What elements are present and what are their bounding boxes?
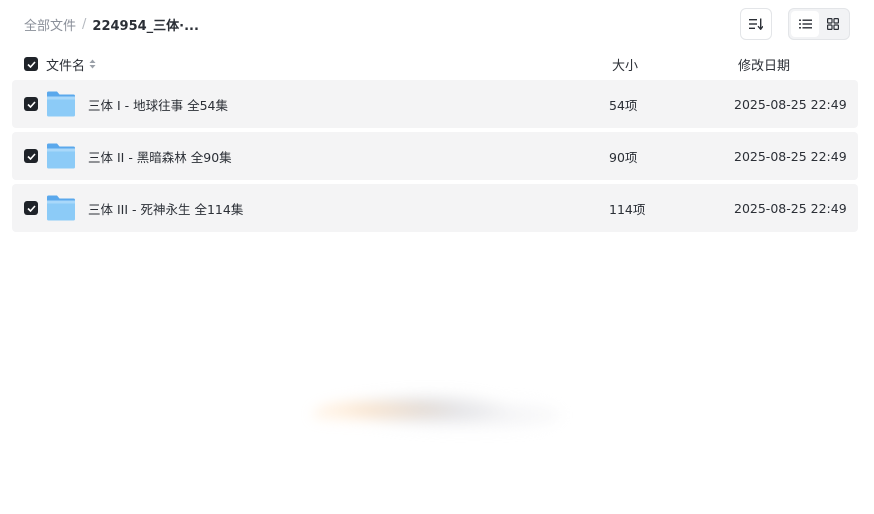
file-list: 三体 I - 地球往事 全54集 54项 2025-08-25 22:49 三体… xyxy=(12,80,858,236)
file-date: 2025-08-25 22:49 xyxy=(734,148,847,164)
column-name-label: 文件名 xyxy=(46,58,86,74)
grid-view-button[interactable] xyxy=(819,11,847,37)
check-icon xyxy=(26,100,36,108)
file-name[interactable]: 三体 II - 黑暗森林 全90集 xyxy=(88,147,232,166)
column-date-header[interactable]: 修改日期 xyxy=(738,55,790,74)
toolbar xyxy=(740,8,850,40)
list-view-button[interactable] xyxy=(791,11,819,37)
check-icon xyxy=(26,60,36,68)
file-date: 2025-08-25 22:49 xyxy=(734,96,847,112)
file-size: 54项 xyxy=(609,97,638,113)
loading-glow xyxy=(312,392,562,438)
check-icon xyxy=(26,204,36,212)
grid-view-icon xyxy=(827,18,839,30)
file-row[interactable]: 三体 I - 地球往事 全54集 54项 2025-08-25 22:49 xyxy=(12,80,858,128)
file-browser: 全部文件 / 224954_三体·... 文件名 大小 修改日期 三体 I - … xyxy=(0,0,874,514)
breadcrumb-separator: / xyxy=(82,16,87,32)
file-name[interactable]: 三体 I - 地球往事 全54集 xyxy=(88,95,228,114)
breadcrumb-root-link[interactable]: 全部文件 xyxy=(24,15,76,34)
sort-list-icon xyxy=(749,18,763,30)
file-row[interactable]: 三体 II - 黑暗森林 全90集 90项 2025-08-25 22:49 xyxy=(12,132,858,180)
column-size-header[interactable]: 大小 xyxy=(612,55,638,74)
check-icon xyxy=(26,152,36,160)
file-name[interactable]: 三体 III - 死神永生 全114集 xyxy=(88,199,243,218)
folder-icon xyxy=(47,195,75,221)
folder-icon xyxy=(47,91,75,117)
row-checkbox[interactable] xyxy=(24,149,38,163)
breadcrumb-current-folder: 224954_三体·... xyxy=(92,18,199,34)
file-size: 90项 xyxy=(609,149,638,165)
file-date: 2025-08-25 22:49 xyxy=(734,200,847,216)
column-header: 文件名 大小 修改日期 xyxy=(24,54,850,74)
sort-caret-icon xyxy=(89,59,96,69)
row-checkbox[interactable] xyxy=(24,97,38,111)
column-name-header[interactable]: 文件名 xyxy=(46,55,96,74)
list-view-icon xyxy=(798,19,812,29)
sort-button[interactable] xyxy=(740,8,772,40)
file-row[interactable]: 三体 III - 死神永生 全114集 114项 2025-08-25 22:4… xyxy=(12,184,858,232)
view-toggle xyxy=(788,8,850,40)
breadcrumb: 全部文件 / 224954_三体·... xyxy=(24,14,199,34)
select-all-checkbox[interactable] xyxy=(24,57,38,71)
row-checkbox[interactable] xyxy=(24,201,38,215)
file-size: 114项 xyxy=(609,201,646,217)
folder-icon xyxy=(47,143,75,169)
